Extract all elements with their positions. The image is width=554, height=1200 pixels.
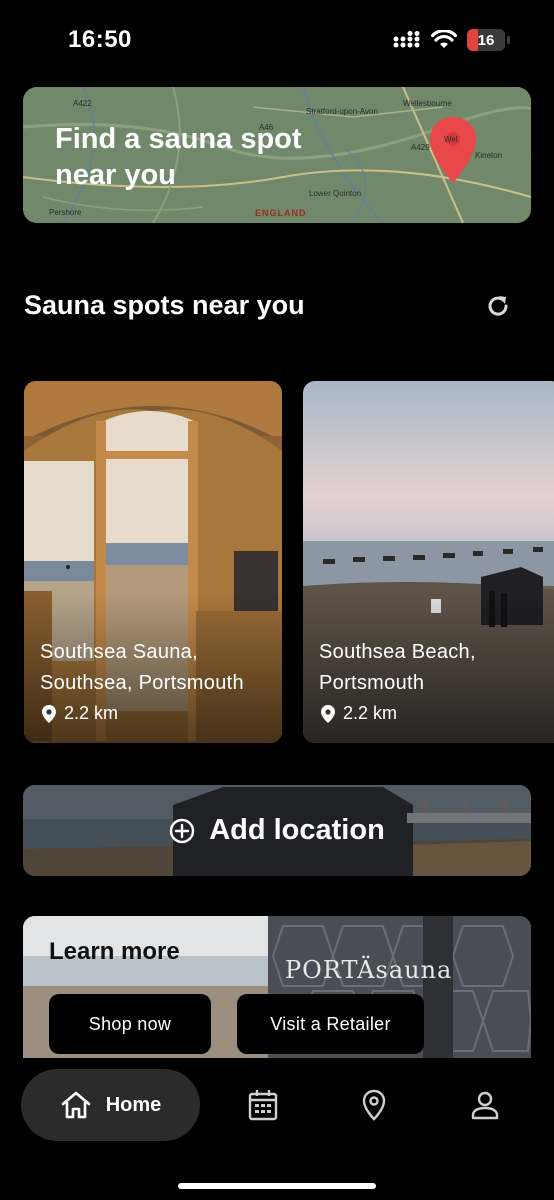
location-pin-icon <box>321 704 335 723</box>
learn-more-title: Learn more <box>49 938 180 965</box>
battery-level: 16 <box>477 31 495 49</box>
map-label-england: ENGLAND <box>255 208 307 218</box>
map-banner-title: Find a sauna spot near you <box>55 123 302 191</box>
plus-circle-icon <box>169 818 195 843</box>
battery-icon: 16 <box>467 29 510 51</box>
cellular-signal-icon <box>393 31 420 48</box>
calendar-icon[interactable] <box>246 1088 280 1122</box>
map-label-stratford: Stratford-upon-Avon <box>306 107 378 116</box>
spot-name: Southsea Beach, Portsmouth <box>319 641 476 694</box>
status-time: 16:50 <box>68 26 132 53</box>
nav-home-label: Home <box>105 1093 162 1116</box>
location-pin-icon <box>42 704 56 723</box>
bottom-nav: Home <box>0 1058 554 1200</box>
brand-logo-text: PORTÄsauna <box>285 956 453 984</box>
section-title: Sauna spots near you <box>24 290 305 320</box>
spot-distance: 2.2 km <box>42 703 118 724</box>
spot-name: Southsea Sauna, Southsea, Portsmouth <box>40 641 244 694</box>
home-indicator <box>178 1183 376 1189</box>
map-label-road-a422: A422 <box>73 99 92 108</box>
nav-home-tab[interactable]: Home <box>21 1069 200 1141</box>
add-location-button[interactable]: Add location <box>23 785 531 876</box>
spot-card[interactable]: Southsea Sauna, Southsea, Portsmouth 2.2… <box>24 381 282 743</box>
profile-icon[interactable] <box>468 1088 502 1122</box>
map-label-kineton: Kineton <box>475 151 503 160</box>
status-bar: 16:50 16 <box>0 0 554 80</box>
map-label-road-a429: A429 <box>411 143 430 152</box>
learn-more-card: Learn more PORTÄsauna Shop now Visit a R… <box>23 916 531 1058</box>
map-label-pin-town: Wel <box>444 135 458 144</box>
map-label-wellesbourne: Wellesbourne <box>403 99 452 108</box>
visit-retailer-button[interactable]: Visit a Retailer <box>237 994 424 1054</box>
map-label-pershore: Pershore <box>49 208 82 217</box>
add-location-label: Add location <box>209 814 385 846</box>
spot-distance-value: 2.2 km <box>343 703 398 723</box>
location-icon[interactable] <box>357 1088 391 1122</box>
map-pin-icon <box>430 117 476 183</box>
shop-now-button[interactable]: Shop now <box>49 994 211 1054</box>
refresh-icon[interactable] <box>484 292 512 320</box>
spot-distance: 2.2 km <box>321 703 397 724</box>
status-icons: 16 <box>393 29 510 51</box>
spot-distance-value: 2.2 km <box>64 703 119 723</box>
wifi-icon <box>431 30 457 48</box>
spot-card[interactable]: Southsea Beach, Portsmouth 2.2 km <box>303 381 554 743</box>
find-sauna-map-banner[interactable]: Stratford-upon-Avon Wellesbourne Kineton… <box>23 87 531 223</box>
home-icon <box>61 1091 91 1119</box>
